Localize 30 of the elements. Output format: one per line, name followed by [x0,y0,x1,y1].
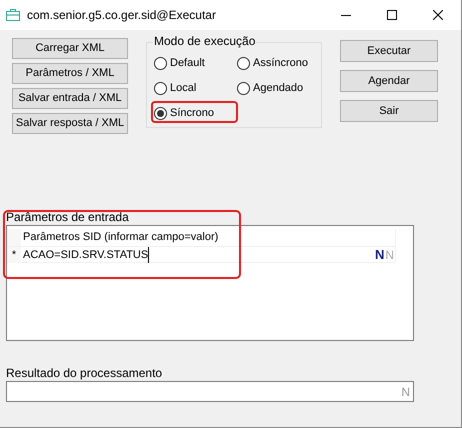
indicator-text: N [374,246,384,262]
action-button[interactable]: Salvar entrada / XML [12,88,128,109]
minimize-icon [341,14,351,16]
indicator-text: N [385,246,394,262]
radio-option[interactable]: Assíncrono [237,55,308,71]
radio-button[interactable] [154,82,167,94]
radio-option[interactable]: Local [154,80,196,96]
radio-option[interactable]: Agendado [237,80,304,96]
action-button[interactable]: Sair [340,100,438,122]
maximize-icon [387,10,397,20]
radio-option[interactable]: Síncrono [154,105,214,121]
radio-option[interactable]: Default [154,55,205,71]
field-label: Resultado do processamento [6,366,164,380]
action-button[interactable]: Carregar XML [12,38,128,59]
action-button[interactable]: Parâmetros / XML [12,63,128,84]
radio-button[interactable] [237,82,250,94]
radio-button[interactable] [154,56,167,70]
parameter-value[interactable]: ACAO=SID.SRV.STATUS [21,246,150,262]
column-header: Parâmetros SID (informar campo=valor) [22,230,218,245]
action-button[interactable]: Agendar [340,70,438,92]
radio-button[interactable] [154,106,167,120]
radio-button[interactable] [237,56,250,70]
row-marker: * [7,246,21,262]
action-button[interactable]: Executar [340,40,438,62]
window-title: com.senior.g5.co.ger.sid@Executar [27,7,216,24]
field-label: Parâmetros de entrada [6,210,130,224]
group-title: Modo de execução [153,34,256,48]
action-button[interactable]: Salvar resposta / XML [12,113,128,134]
briefcase-icon [6,9,20,21]
close-icon [433,10,443,20]
